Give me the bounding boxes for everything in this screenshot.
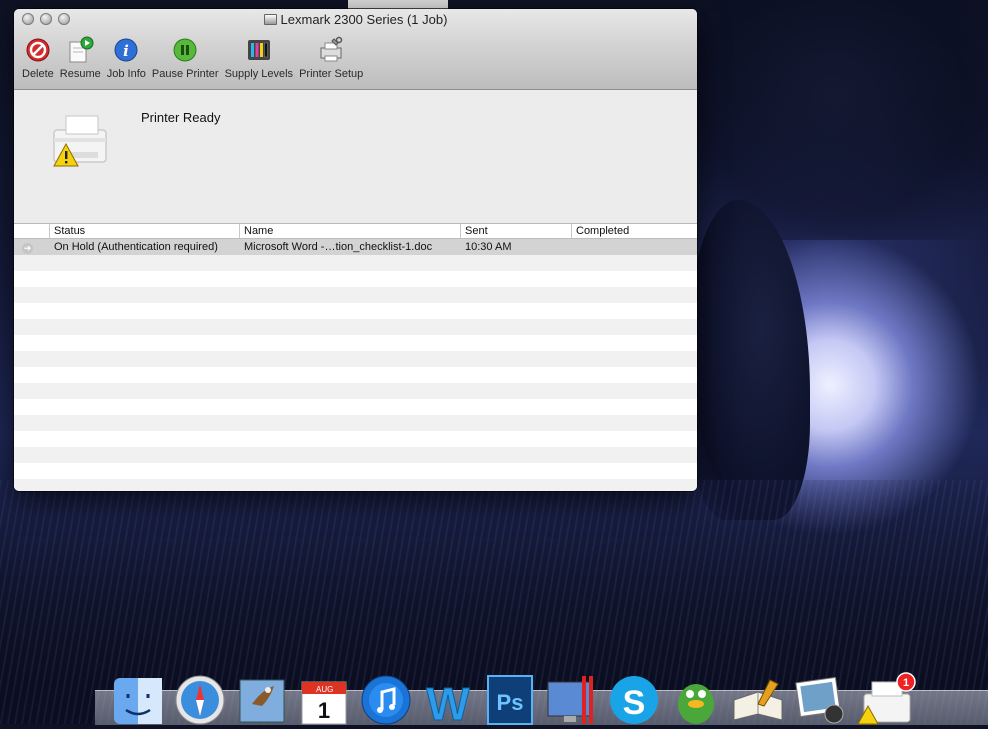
dock: AUG 1 W Ps S 1: [110, 670, 916, 729]
supply-levels-button[interactable]: Supply Levels: [223, 36, 296, 80]
printer-icon: [40, 108, 112, 174]
empty-row: [14, 319, 697, 335]
safari-icon[interactable]: [172, 670, 228, 726]
empty-row: [14, 463, 697, 479]
skype-icon[interactable]: S: [606, 670, 662, 726]
printer-badge-count: 1: [903, 677, 909, 689]
info-icon: i: [112, 36, 140, 64]
word-icon[interactable]: W: [420, 670, 476, 729]
svg-text:S: S: [623, 684, 646, 722]
empty-row: [14, 303, 697, 319]
empty-row: [14, 335, 697, 351]
empty-row: [14, 399, 697, 415]
job-completed: [572, 239, 697, 255]
empty-row: [14, 287, 697, 303]
column-header-status[interactable]: Status: [50, 224, 240, 238]
preview-icon[interactable]: [730, 670, 786, 726]
mail-icon[interactable]: [234, 670, 290, 726]
pause-printer-button[interactable]: Pause Printer: [150, 36, 221, 80]
empty-row: [14, 447, 697, 463]
job-rows: ➔ On Hold (Authentication required) Micr…: [14, 239, 697, 491]
empty-row: [14, 431, 697, 447]
svg-text:i: i: [123, 42, 129, 60]
adium-icon[interactable]: [668, 670, 724, 726]
resume-button[interactable]: Resume: [58, 36, 103, 80]
job-list: Status Name Sent Completed ➔ On Hold (Au…: [14, 224, 697, 491]
column-header-name[interactable]: Name: [240, 224, 461, 238]
printer-proxy-icon: [263, 14, 277, 25]
printer-setup-button[interactable]: Printer Setup: [297, 36, 365, 80]
arrow-right-icon: ➔: [22, 243, 33, 254]
delete-icon: [24, 36, 52, 64]
titlebar: Lexmark 2300 Series (1 Job) Delete Resum…: [14, 9, 697, 90]
calendar-icon[interactable]: AUG 1: [296, 670, 352, 726]
job-sent: 10:30 AM: [465, 241, 512, 253]
job-status-cell-icon: ➔: [14, 239, 50, 255]
svg-text:Ps: Ps: [497, 690, 524, 715]
pause-icon: [171, 36, 199, 64]
printer-status-area: Printer Ready: [14, 90, 697, 224]
empty-row: [14, 255, 697, 271]
empty-row: [14, 383, 697, 399]
iphoto-icon[interactable]: [792, 670, 848, 726]
printer-setup-icon: [317, 36, 345, 64]
empty-row: [14, 367, 697, 383]
column-header-icon: [14, 224, 50, 238]
job-info-button[interactable]: i Job Info: [105, 36, 148, 80]
job-list-header: Status Name Sent Completed: [14, 224, 697, 239]
photoshop-icon[interactable]: Ps: [482, 670, 538, 726]
toolbar: Delete Resume i Job Info Pause Printer S…: [20, 36, 367, 80]
svg-text:W: W: [426, 678, 470, 726]
finder-icon[interactable]: [110, 670, 166, 726]
column-header-sent[interactable]: Sent: [461, 224, 572, 238]
background-window-edge: [348, 0, 448, 9]
calendar-day: 1: [318, 698, 330, 723]
empty-row: [14, 351, 697, 367]
table-row[interactable]: ➔ On Hold (Authentication required) Micr…: [14, 239, 697, 255]
resume-icon: [66, 36, 94, 64]
desktop-tree-trunk: [690, 200, 810, 520]
column-header-completed[interactable]: Completed: [572, 224, 697, 238]
job-status: On Hold (Authentication required): [54, 241, 218, 253]
delete-button[interactable]: Delete: [20, 36, 56, 80]
printer-status-text: Printer Ready: [141, 110, 221, 125]
window-title: Lexmark 2300 Series (1 Job): [14, 12, 697, 27]
ink-levels-icon: [245, 36, 273, 64]
print-queue-window: Lexmark 2300 Series (1 Job) Delete Resum…: [14, 9, 697, 491]
empty-row: [14, 479, 697, 491]
empty-row: [14, 271, 697, 287]
calendar-month: AUG: [316, 685, 333, 694]
job-name: Microsoft Word -…tion_checklist-1.doc: [244, 241, 433, 253]
printer-queue-icon[interactable]: 1: [854, 670, 916, 726]
parallels-icon[interactable]: [544, 670, 600, 726]
empty-row: [14, 415, 697, 431]
itunes-icon[interactable]: [358, 670, 414, 726]
